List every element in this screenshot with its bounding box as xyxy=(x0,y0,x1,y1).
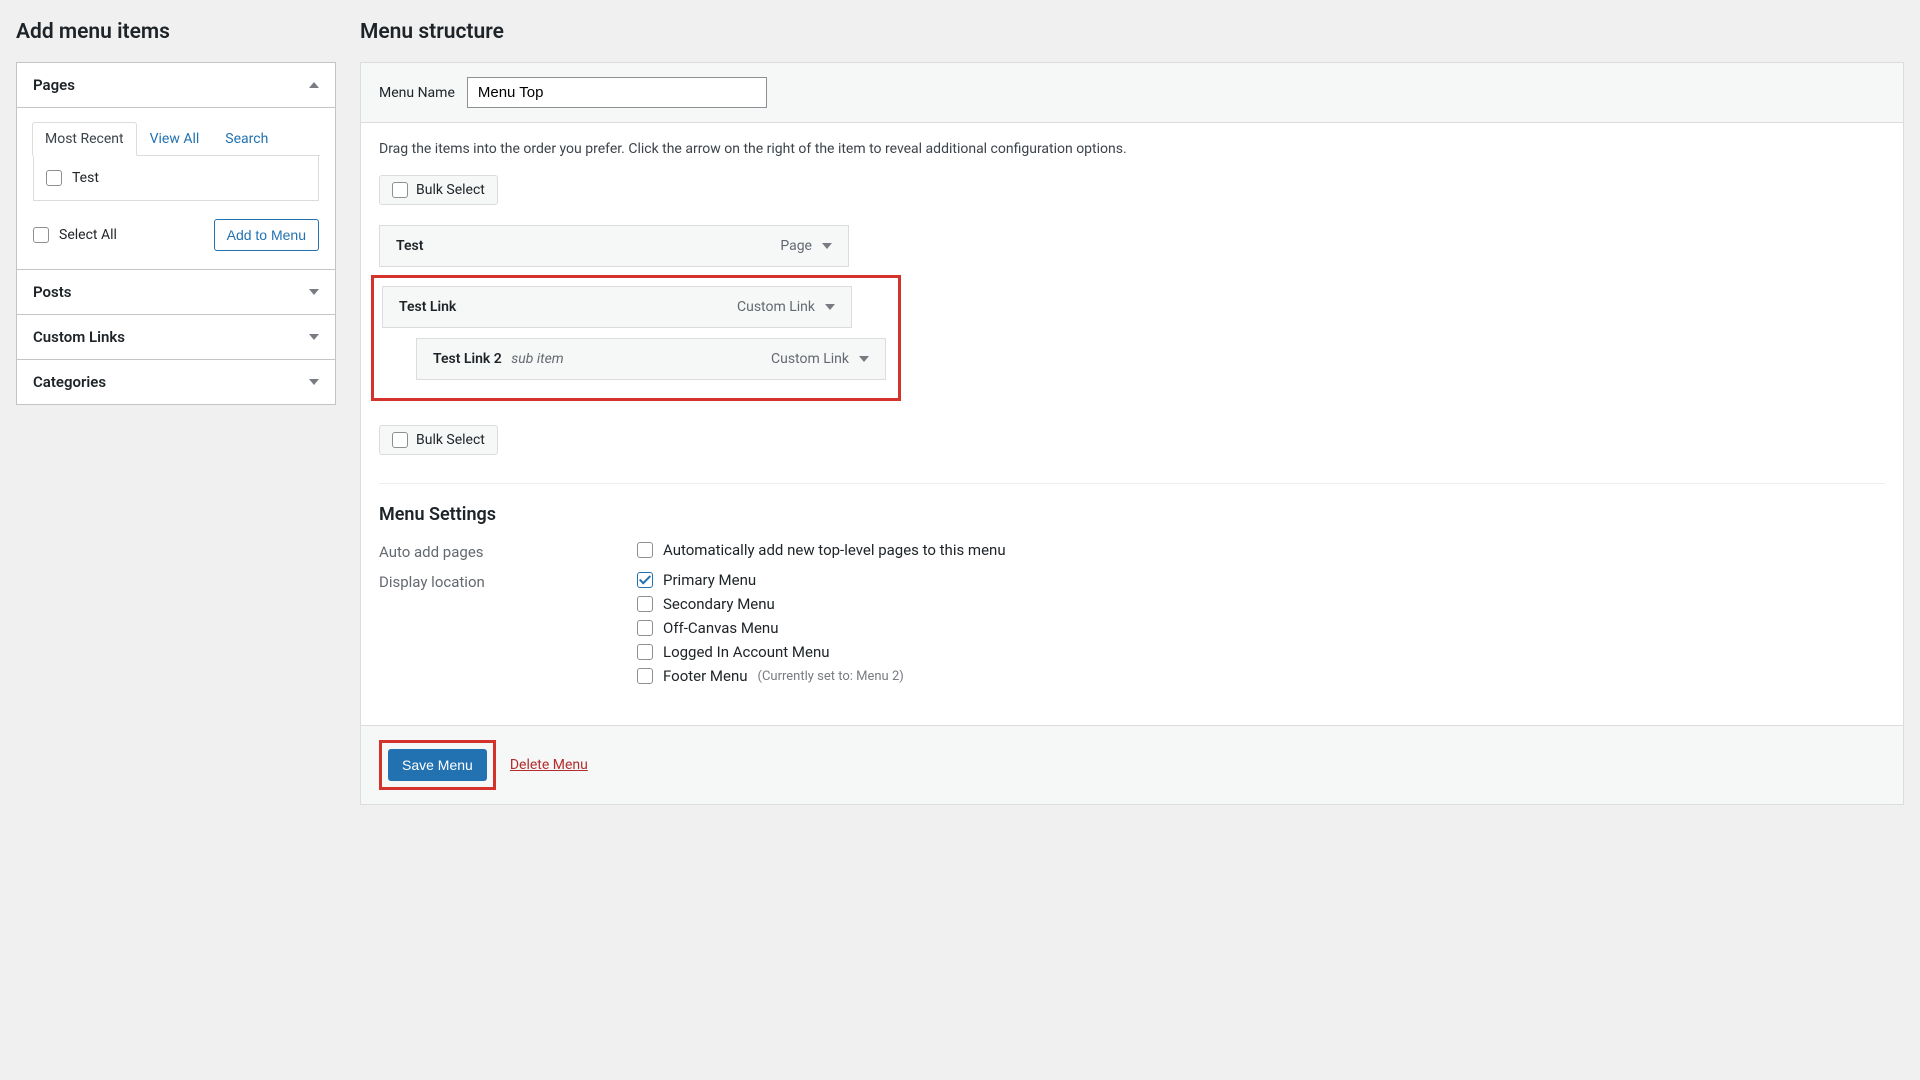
bulk-select-bottom-label: Bulk Select xyxy=(416,432,485,448)
page-item-test[interactable]: Test xyxy=(46,166,306,190)
auto-add-pages-option[interactable]: Automatically add new top-level pages to… xyxy=(637,541,1006,559)
menu-item-test-link-type: Custom Link xyxy=(737,299,815,315)
menu-instructions: Drag the items into the order you prefer… xyxy=(379,141,1885,157)
location-secondary-menu-checkbox[interactable] xyxy=(637,596,653,612)
location-footer-menu-note: (Currently set to: Menu 2) xyxy=(758,669,904,684)
menu-item-test-link[interactable]: Test Link Custom Link xyxy=(382,286,852,328)
highlighted-menu-items: Test Link Custom Link Test Link 2 sub it… xyxy=(371,275,901,401)
location-primary-menu-checkbox[interactable] xyxy=(637,572,653,588)
tab-view-all[interactable]: View All xyxy=(137,122,213,156)
menu-settings-heading: Menu Settings xyxy=(379,504,1885,525)
custom-links-panel-label: Custom Links xyxy=(33,328,125,346)
location-primary-menu[interactable]: Primary Menu xyxy=(637,571,904,589)
location-logged-in-menu[interactable]: Logged In Account Menu xyxy=(637,643,904,661)
menu-item-test-link-2[interactable]: Test Link 2 sub item Custom Link xyxy=(416,338,886,380)
chevron-down-icon xyxy=(309,334,319,340)
location-offcanvas-menu[interactable]: Off-Canvas Menu xyxy=(637,619,904,637)
location-footer-menu-checkbox[interactable] xyxy=(637,668,653,684)
select-all-row[interactable]: Select All xyxy=(33,223,117,247)
save-menu-highlight: Save Menu xyxy=(379,740,496,790)
menu-items-list: Test Page Test Link Custom Link xyxy=(379,225,1885,401)
custom-links-panel-header[interactable]: Custom Links xyxy=(17,314,335,359)
location-logged-in-menu-label: Logged In Account Menu xyxy=(663,643,830,661)
pages-panel-label: Pages xyxy=(33,76,75,94)
pages-list: Test xyxy=(33,156,319,201)
location-logged-in-menu-checkbox[interactable] xyxy=(637,644,653,660)
location-secondary-menu-label: Secondary Menu xyxy=(663,595,775,613)
menu-structure-frame: Menu Name Drag the items into the order … xyxy=(360,62,1904,805)
bulk-select-bottom-checkbox[interactable] xyxy=(392,432,408,448)
chevron-down-icon[interactable] xyxy=(822,243,832,249)
auto-add-pages-label: Auto add pages xyxy=(379,541,637,561)
menu-structure-title: Menu structure xyxy=(360,20,1904,44)
menu-footer: Save Menu Delete Menu xyxy=(361,725,1903,804)
tab-search[interactable]: Search xyxy=(212,122,281,156)
categories-panel-header[interactable]: Categories xyxy=(17,359,335,404)
categories-panel-label: Categories xyxy=(33,373,106,391)
auto-add-pages-option-label: Automatically add new top-level pages to… xyxy=(663,541,1006,559)
menu-item-test-link-2-label: Test Link 2 xyxy=(433,351,502,367)
chevron-down-icon xyxy=(309,289,319,295)
menu-name-input[interactable] xyxy=(467,77,767,108)
menu-item-test-link-2-type: Custom Link xyxy=(771,351,849,367)
select-all-label: Select All xyxy=(59,227,117,243)
posts-panel-label: Posts xyxy=(33,283,71,301)
menu-item-test-label: Test xyxy=(396,238,423,254)
display-location-options: Primary Menu Secondary Menu Off-Canvas M… xyxy=(637,571,904,691)
display-location-label: Display location xyxy=(379,571,637,591)
chevron-down-icon[interactable] xyxy=(859,356,869,362)
location-offcanvas-menu-checkbox[interactable] xyxy=(637,620,653,636)
pages-panel-body: Most Recent View All Search Test Select … xyxy=(17,107,335,269)
location-secondary-menu[interactable]: Secondary Menu xyxy=(637,595,904,613)
add-to-menu-button[interactable]: Add to Menu xyxy=(214,219,319,251)
menu-item-test-type: Page xyxy=(780,238,812,254)
delete-menu-link[interactable]: Delete Menu xyxy=(510,757,588,773)
add-menu-items-title: Add menu items xyxy=(16,20,336,44)
menu-items-accordion: Pages Most Recent View All Search Test xyxy=(16,62,336,405)
menu-name-label: Menu Name xyxy=(379,85,455,101)
location-footer-menu[interactable]: Footer Menu (Currently set to: Menu 2) xyxy=(637,667,904,685)
bulk-select-top-checkbox[interactable] xyxy=(392,182,408,198)
posts-panel-header[interactable]: Posts xyxy=(17,269,335,314)
bulk-select-top[interactable]: Bulk Select xyxy=(379,175,498,205)
pages-panel-header[interactable]: Pages xyxy=(17,63,335,107)
save-menu-button[interactable]: Save Menu xyxy=(388,749,487,781)
bulk-select-bottom[interactable]: Bulk Select xyxy=(379,425,498,455)
chevron-up-icon xyxy=(309,82,319,88)
tab-most-recent[interactable]: Most Recent xyxy=(32,122,137,156)
bulk-select-top-label: Bulk Select xyxy=(416,182,485,198)
chevron-down-icon[interactable] xyxy=(825,304,835,310)
menu-item-test-link-label: Test Link xyxy=(399,299,456,315)
location-offcanvas-menu-label: Off-Canvas Menu xyxy=(663,619,778,637)
page-item-test-checkbox[interactable] xyxy=(46,170,62,186)
chevron-down-icon xyxy=(309,379,319,385)
pages-tabs: Most Recent View All Search xyxy=(32,122,320,156)
menu-item-test[interactable]: Test Page xyxy=(379,225,849,267)
auto-add-pages-checkbox[interactable] xyxy=(637,542,653,558)
page-item-test-label: Test xyxy=(72,170,99,186)
menu-item-test-link-2-subnote: sub item xyxy=(511,351,563,367)
separator xyxy=(379,483,1885,484)
menu-name-row: Menu Name xyxy=(361,63,1903,123)
location-footer-menu-label: Footer Menu xyxy=(663,667,748,685)
select-all-checkbox[interactable] xyxy=(33,227,49,243)
location-primary-menu-label: Primary Menu xyxy=(663,571,756,589)
